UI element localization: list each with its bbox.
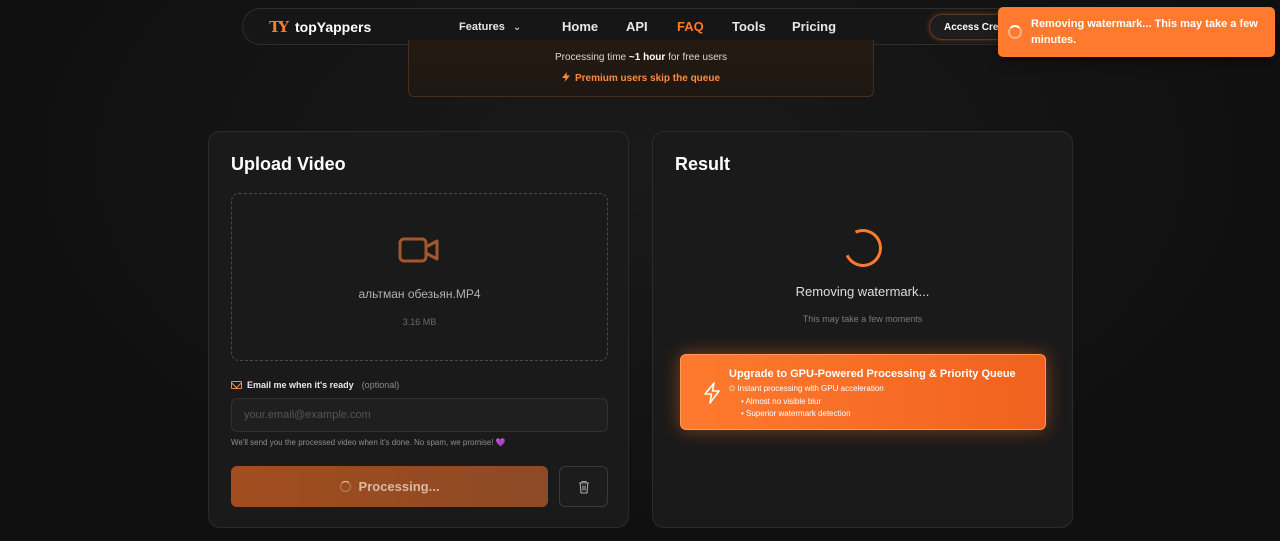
logo-text: topYappers: [295, 19, 372, 35]
nav-features[interactable]: Features ⌄: [459, 21, 521, 33]
bolt-icon: [561, 72, 570, 82]
toast-message: Removing watermark... This may take a fe…: [1031, 18, 1258, 46]
email-field[interactable]: [231, 398, 608, 432]
upload-title: Upload Video: [231, 154, 346, 174]
email-label: Email me when it's ready (optional): [231, 380, 399, 390]
result-title: Result: [675, 154, 731, 174]
trash-icon: [578, 480, 589, 494]
processing-suffix: for free users: [665, 52, 728, 63]
nav-faq[interactable]: FAQ: [677, 19, 704, 34]
premium-skip-text[interactable]: Premium users skip the queue: [409, 72, 873, 84]
upload-card: Upload Video альтман обезьян.MP4 3.16 MB…: [208, 131, 629, 528]
chevron-down-icon: ⌄: [512, 22, 522, 33]
processing-time-text: Processing time ~1 hour for free users: [409, 52, 873, 63]
upgrade-feature: ⏲ Instant processing with GPU accelerati…: [729, 384, 884, 393]
toast-notification[interactable]: Removing watermark... This may take a fe…: [998, 7, 1275, 57]
mail-icon: [231, 381, 242, 389]
nav-home[interactable]: Home: [562, 19, 598, 34]
video-dropzone[interactable]: альтман обезьян.MP4 3.16 MB: [231, 193, 608, 361]
processing-label: Processing...: [358, 479, 440, 494]
nav-api[interactable]: API: [626, 19, 648, 34]
spinner-icon: [339, 481, 351, 492]
processing-time: ~1 hour: [628, 52, 666, 63]
bolt-icon: [704, 382, 720, 404]
email-note: We'll send you the processed video when …: [231, 438, 506, 447]
logo[interactable]: TY topYappers: [267, 17, 371, 37]
result-card: Result Removing watermark... This may ta…: [652, 131, 1073, 528]
email-label-text: Email me when it's ready: [247, 380, 354, 390]
spinner-icon: [1008, 25, 1022, 39]
upgrade-title: Upgrade to GPU-Powered Processing & Prio…: [729, 368, 1016, 380]
queue-banner: Processing time ~1 hour for free users P…: [408, 40, 874, 97]
upgrade-feature: • Almost no visible blur: [741, 397, 822, 406]
processing-button[interactable]: Processing...: [231, 466, 548, 507]
video-camera-icon: [398, 237, 439, 263]
delete-button[interactable]: [559, 466, 608, 507]
logo-icon: TY: [269, 18, 289, 36]
nav-pricing[interactable]: Pricing: [792, 19, 836, 34]
nav-tools[interactable]: Tools: [732, 19, 766, 34]
processing-prefix: Processing time: [554, 52, 629, 63]
spinner-icon: [838, 223, 888, 273]
upgrade-feature: • Superior watermark detection: [741, 409, 851, 418]
email-optional: (optional): [361, 380, 400, 390]
file-name: альтман обезьян.MP4: [358, 287, 481, 301]
upgrade-banner[interactable]: Upgrade to GPU-Powered Processing & Prio…: [680, 354, 1046, 430]
result-subtext: This may take a few moments: [802, 314, 923, 324]
result-status: Removing watermark...: [795, 284, 930, 299]
nav-features-label: Features: [459, 21, 505, 33]
file-size: 3.16 MB: [402, 317, 437, 327]
premium-text: Premium users skip the queue: [574, 73, 721, 84]
